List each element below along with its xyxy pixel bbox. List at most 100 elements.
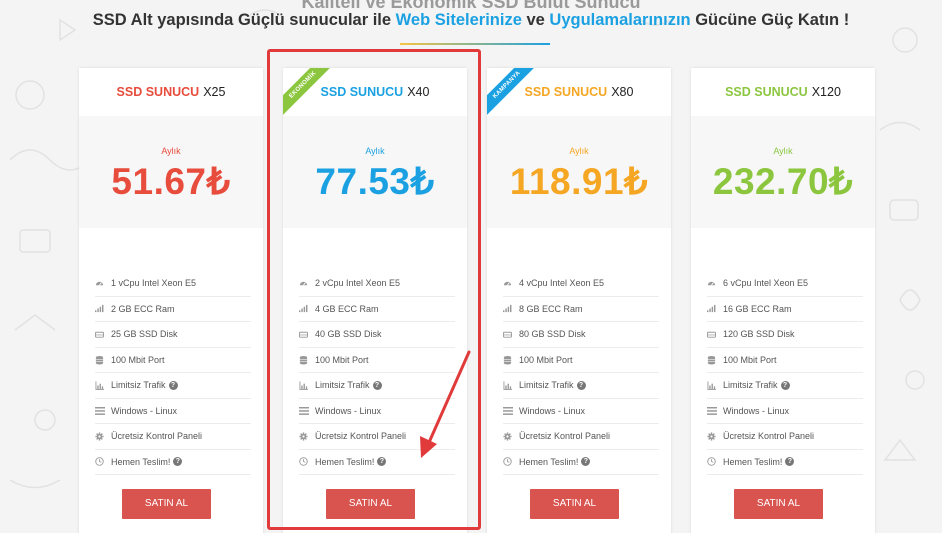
feature-text: Hemen Teslim!	[723, 456, 783, 467]
database-icon	[707, 355, 723, 365]
menu-lines-icon	[503, 406, 519, 415]
hard-drive-icon	[707, 330, 723, 339]
feature-text: 2 GB ECC Ram	[111, 303, 175, 314]
feature-row: 1 vCpu Intel Xeon E5	[95, 271, 251, 297]
feature-text: Ücretsiz Kontrol Paneli	[111, 431, 203, 442]
feature-row: Windows - Linux	[503, 399, 659, 424]
feature-list: 6 vCpu Intel Xeon E5 16 GB ECC Ram 120 GB …	[691, 271, 875, 475]
feature-row: Ücretsiz Kontrol Paneli	[95, 424, 251, 450]
dashboard-icon	[503, 279, 519, 288]
signal-bars-icon	[503, 304, 519, 313]
gear-icon	[707, 432, 723, 441]
price-box: Aylık 51.67₺	[79, 116, 263, 228]
buy-button[interactable]: SATIN AL	[122, 489, 211, 519]
feature-row: Limitsiz Trafik?	[707, 373, 863, 399]
bar-chart-icon	[95, 381, 111, 390]
price-box: Aylık 232.70₺	[691, 116, 875, 228]
feature-list: 4 vCpu Intel Xeon E5 8 GB ECC Ram 80 GB SS…	[487, 271, 671, 475]
feature-text: 16 GB ECC Ram	[723, 303, 792, 314]
pricing-card-x80: KAMPANYA SSD SUNUCU X80 Aylık 118.91₺ 4 …	[487, 68, 671, 533]
gear-icon	[503, 432, 519, 441]
help-question-icon[interactable]: ?	[173, 457, 183, 467]
annotation-highlight-box	[267, 49, 481, 530]
card-model: X120	[811, 85, 841, 99]
feature-text: 8 GB ECC Ram	[519, 303, 583, 314]
help-question-icon[interactable]: ?	[576, 380, 586, 390]
feature-text: Ücretsiz Kontrol Paneli	[723, 431, 815, 442]
menu-lines-icon	[95, 406, 111, 415]
buy-button[interactable]: SATIN AL	[530, 489, 619, 519]
card-brand: SSD SUNUCU	[725, 85, 808, 99]
feature-row: 80 GB SSD Disk	[503, 322, 659, 348]
dashboard-icon	[707, 279, 723, 288]
clock-icon	[707, 457, 723, 466]
feature-row: Windows - Linux	[95, 399, 251, 424]
price-value: 118.91₺	[509, 161, 649, 202]
feature-text: 100 Mbit Port	[111, 354, 165, 365]
feature-row: Ücretsiz Kontrol Paneli	[707, 424, 863, 450]
feature-row: 100 Mbit Port	[707, 348, 863, 373]
feature-row: 100 Mbit Port	[95, 348, 251, 373]
signal-bars-icon	[95, 304, 111, 313]
billing-period: Aylık	[161, 146, 181, 156]
price-box: Aylık 118.91₺	[487, 116, 671, 228]
pricing-card-x25: SSD SUNUCU X25 Aylık 51.67₺ 1 vCpu Intel…	[79, 68, 263, 533]
bar-chart-icon	[707, 381, 723, 390]
hard-drive-icon	[503, 330, 519, 339]
feature-list: 1 vCpu Intel Xeon E5 2 GB ECC Ram 25 GB SS…	[79, 271, 263, 475]
feature-text: Windows - Linux	[111, 405, 178, 416]
feature-row: 25 GB SSD Disk	[95, 322, 251, 348]
subtitle-highlight-apps: Uygulamalarınızın	[549, 11, 691, 29]
card-brand: SSD SUNUCU	[524, 85, 608, 99]
help-question-icon[interactable]: ?	[168, 380, 178, 390]
feature-text: 100 Mbit Port	[723, 354, 777, 365]
header-subtitle: SSD Alt yapısında Güçlü sunucular ile We…	[0, 11, 942, 30]
subtitle-text-1: SSD Alt yapısında Güçlü sunucular ile	[92, 11, 396, 29]
subtitle-highlight-web: Web Sitelerinize	[395, 11, 522, 29]
feature-text: 6 vCpu Intel Xeon E5	[723, 278, 809, 289]
database-icon	[503, 355, 519, 365]
card-model: X80	[611, 85, 634, 99]
help-question-icon[interactable]: ?	[780, 380, 790, 390]
feature-text: 4 vCpu Intel Xeon E5	[519, 278, 605, 289]
card-title: SSD SUNUCU X120	[691, 68, 875, 116]
feature-text: Limitsiz Trafik	[519, 380, 574, 391]
feature-row: Windows - Linux	[707, 399, 863, 424]
feature-row: 2 GB ECC Ram	[95, 297, 251, 322]
title-underline	[400, 43, 550, 45]
gear-icon	[95, 432, 111, 441]
feature-text: Limitsiz Trafik	[111, 380, 166, 391]
help-question-icon[interactable]: ?	[785, 457, 795, 467]
help-question-icon[interactable]: ?	[581, 457, 591, 467]
feature-text: Limitsiz Trafik	[723, 380, 778, 391]
feature-row: 6 vCpu Intel Xeon E5	[707, 271, 863, 297]
feature-row: Limitsiz Trafik?	[503, 373, 659, 399]
feature-text: 1 vCpu Intel Xeon E5	[111, 278, 197, 289]
feature-text: Windows - Linux	[519, 405, 586, 416]
price-value: 51.67₺	[111, 161, 231, 202]
card-brand: SSD SUNUCU	[116, 85, 200, 99]
feature-row: Hemen Teslim!?	[95, 450, 251, 475]
hard-drive-icon	[95, 330, 111, 339]
feature-row: 8 GB ECC Ram	[503, 297, 659, 322]
feature-text: Ücretsiz Kontrol Paneli	[519, 431, 611, 442]
feature-row: 100 Mbit Port	[503, 348, 659, 373]
subtitle-text-3: Gücüne Güç Katın !	[690, 11, 850, 29]
feature-text: 80 GB SSD Disk	[519, 329, 586, 340]
billing-period: Aylık	[773, 146, 793, 156]
clock-icon	[503, 457, 519, 466]
feature-row: Hemen Teslim!?	[707, 450, 863, 475]
pricing-card-x120: SSD SUNUCU X120 Aylık 232.70₺ 6 vCpu Int…	[691, 68, 875, 533]
price-value: 232.70₺	[712, 161, 854, 202]
buy-button[interactable]: SATIN AL	[734, 489, 823, 519]
clock-icon	[95, 457, 111, 466]
database-icon	[95, 355, 111, 365]
feature-text: 100 Mbit Port	[519, 354, 573, 365]
dashboard-icon	[95, 279, 111, 288]
feature-row: 120 GB SSD Disk	[707, 322, 863, 348]
bar-chart-icon	[503, 381, 519, 390]
card-model: X25	[203, 85, 226, 99]
feature-text: Hemen Teslim!	[111, 456, 171, 467]
feature-row: Hemen Teslim!?	[503, 450, 659, 475]
feature-text: 25 GB SSD Disk	[111, 329, 178, 340]
